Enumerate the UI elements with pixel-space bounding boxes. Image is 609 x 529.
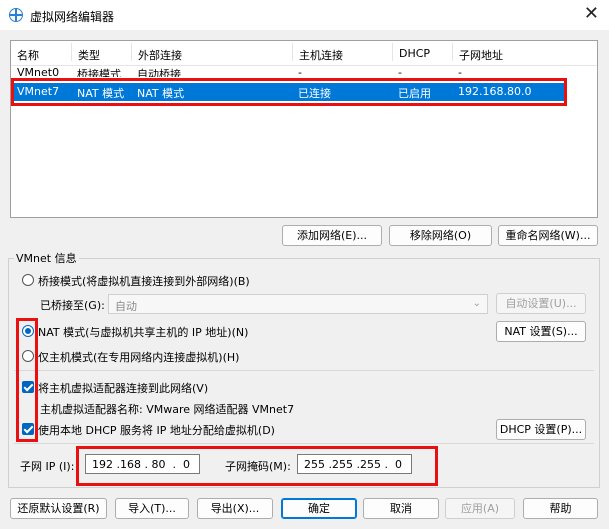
subnet-ip-label: 子网 IP (I): [20, 460, 75, 473]
restore-defaults-button[interactable]: 还原默认设置(R) [10, 498, 107, 519]
cell-dhcp: - [398, 67, 402, 77]
header-subnet[interactable]: 子网地址 [452, 43, 503, 62]
cell-name: VMnet0 [17, 67, 60, 77]
bridge-mode-label[interactable]: 桥接模式(将虚拟机直接连接到外部网络)(B) [38, 273, 250, 289]
nat-settings-button[interactable]: NAT 设置(S)... [496, 321, 586, 342]
title-bar: 虚拟网络编辑器 ✕ [0, 0, 609, 30]
list-header: 名称 类型 外部连接 主机连接 DHCP 子网地址 [11, 41, 597, 66]
bridged-to-select[interactable]: 自动 ⌄ [108, 294, 488, 314]
cell-host: - [298, 67, 302, 77]
bridged-to-label: 已桥接至(G): [40, 299, 105, 312]
window-title: 虚拟网络编辑器 [30, 10, 115, 24]
vmnet-info-label: VMnet 信息 [14, 250, 79, 266]
cell-external: 自动桥接 [137, 68, 181, 77]
annotation-highlight-row [11, 78, 567, 106]
dhcp-settings-button[interactable]: DHCP 设置(P)... [496, 419, 586, 440]
close-icon[interactable]: ✕ [584, 3, 599, 24]
chevron-down-icon: ⌄ [472, 298, 481, 309]
remove-network-button[interactable]: 移除网络(O) [389, 225, 492, 246]
ok-button[interactable]: 确定 [281, 498, 357, 519]
header-type[interactable]: 类型 [71, 43, 100, 62]
table-row[interactable]: VMnet0 桥接模式 自动桥接 - - - [11, 67, 597, 77]
annotation-highlight-subnet [76, 446, 438, 486]
bridge-mode-radio[interactable] [22, 274, 34, 286]
rename-network-button[interactable]: 重命名网络(W)... [498, 225, 598, 246]
adapter-name-text: 主机虚拟适配器名称: VMware 网络适配器 VMnet7 [40, 403, 295, 416]
export-button[interactable]: 导出(X)... [197, 498, 273, 519]
cell-subnet: - [458, 67, 462, 77]
header-host[interactable]: 主机连接 [292, 43, 343, 62]
annotation-highlight-options [16, 318, 38, 442]
header-name[interactable]: 名称 [11, 47, 39, 65]
nat-mode-label[interactable]: NAT 模式(与虚拟机共享主机的 IP 地址)(N) [38, 324, 248, 340]
use-dhcp-label[interactable]: 使用本地 DHCP 服务将 IP 地址分配给虚拟机(D) [38, 422, 275, 438]
divider [14, 370, 594, 371]
network-list[interactable]: 名称 类型 外部连接 主机连接 DHCP 子网地址 VMnet0 桥接模式 自动… [10, 40, 598, 218]
divider [14, 443, 594, 444]
cancel-button[interactable]: 取消 [363, 498, 439, 519]
connect-adapter-label[interactable]: 将主机虚拟适配器连接到此网络(V) [38, 380, 208, 396]
header-dhcp[interactable]: DHCP [392, 43, 430, 61]
apply-button[interactable]: 应用(A) [445, 498, 515, 519]
add-network-button[interactable]: 添加网络(E)... [282, 225, 382, 246]
cell-type: 桥接模式 [77, 68, 121, 77]
network-globe-icon [9, 8, 23, 22]
import-button[interactable]: 导入(T)... [115, 498, 189, 519]
host-only-label[interactable]: 仅主机模式(在专用网络内连接虚拟机)(H) [38, 349, 239, 365]
help-button[interactable]: 帮助 [523, 498, 598, 519]
header-external[interactable]: 外部连接 [131, 43, 182, 62]
bridged-to-value: 自动 [115, 300, 137, 313]
auto-settings-button[interactable]: 自动设置(U)... [496, 293, 586, 314]
